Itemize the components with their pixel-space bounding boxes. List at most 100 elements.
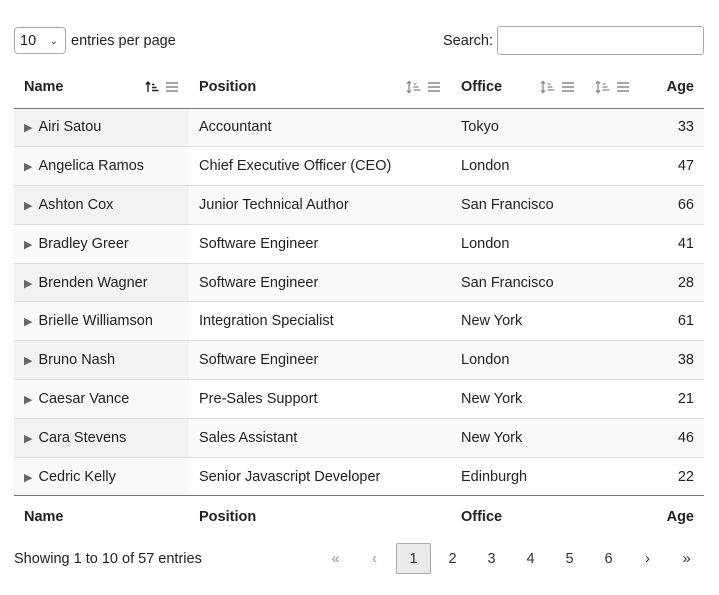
column-header-name[interactable]: Name bbox=[14, 66, 189, 109]
column-header-label: Age bbox=[666, 78, 694, 95]
cell-blank bbox=[585, 146, 640, 187]
expand-caret-icon[interactable]: ▶ bbox=[24, 315, 32, 328]
cell-position: Junior Technical Author bbox=[189, 185, 451, 225]
cell-name[interactable]: ▶ Airi Satou bbox=[14, 108, 189, 148]
cell-office: San Francisco bbox=[451, 185, 585, 225]
cell-name[interactable]: ▶ Cara Stevens bbox=[14, 418, 189, 458]
name-text: Brenden Wagner bbox=[38, 274, 148, 291]
name-text: Caesar Vance bbox=[38, 390, 130, 407]
table-row[interactable]: ▶ Bradley Greer Software Engineer London … bbox=[14, 224, 704, 264]
expand-caret-icon[interactable]: ▶ bbox=[24, 199, 32, 212]
name-text: Airi Satou bbox=[38, 119, 102, 136]
last-page-button[interactable]: » bbox=[669, 543, 704, 574]
expand-caret-icon[interactable]: ▶ bbox=[24, 160, 32, 173]
cell-age: 21 bbox=[640, 379, 704, 419]
page-button-6[interactable]: 6 bbox=[591, 543, 626, 574]
cell-age: 33 bbox=[640, 108, 704, 148]
cell-age: 28 bbox=[640, 263, 704, 303]
column-menu-icon[interactable] bbox=[561, 81, 575, 93]
footer-label-blank bbox=[585, 495, 640, 537]
page-button-3[interactable]: 3 bbox=[474, 543, 509, 574]
column-menu-icon[interactable] bbox=[427, 81, 441, 93]
column-header-label: Office bbox=[461, 78, 503, 95]
page-button-1[interactable]: 1 bbox=[396, 543, 431, 574]
cell-name[interactable]: ▶ Brielle Williamson bbox=[14, 301, 189, 342]
name-text: Ashton Cox bbox=[38, 196, 114, 213]
cell-office: New York bbox=[451, 418, 585, 458]
table-row[interactable]: ▶ Bruno Nash Software Engineer London 38 bbox=[14, 340, 704, 381]
cell-position: Senior Javascript Developer bbox=[199, 468, 381, 485]
footer-label-office: Office bbox=[451, 495, 585, 537]
cell-position: Pre-Sales Support bbox=[189, 379, 451, 419]
cell-office: New York bbox=[451, 379, 585, 419]
page-button-5[interactable]: 5 bbox=[552, 543, 587, 574]
cell-age: 61 bbox=[640, 301, 704, 342]
expand-caret-icon[interactable]: ▶ bbox=[24, 354, 32, 367]
cell-age: 47 bbox=[640, 146, 704, 187]
page-button-4[interactable]: 4 bbox=[513, 543, 548, 574]
cell-name[interactable]: ▶ Ashton Cox bbox=[14, 185, 189, 225]
cell-age: 38 bbox=[640, 340, 704, 381]
column-menu-icon[interactable] bbox=[616, 81, 630, 93]
name-text: Brielle Williamson bbox=[38, 313, 153, 330]
cell-blank bbox=[585, 185, 640, 225]
table-row[interactable]: ▶ Brielle Williamson Integration Speciali… bbox=[14, 301, 704, 342]
cell-name[interactable]: ▶ Cedric Kelly bbox=[14, 457, 189, 496]
entries-per-page-value: 10 bbox=[20, 32, 37, 49]
sort-neutral-icon[interactable] bbox=[595, 80, 610, 94]
column-header-blank[interactable] bbox=[585, 66, 640, 109]
expand-caret-icon[interactable]: ▶ bbox=[24, 238, 32, 251]
cell-name[interactable]: ▶ Angelica Ramos bbox=[14, 146, 189, 187]
cell-office: London bbox=[451, 340, 585, 381]
cell-name[interactable]: ▶ Brenden Wagner bbox=[14, 263, 189, 303]
sort-neutral-icon[interactable] bbox=[406, 80, 421, 94]
entries-length-control: 10 ⌄ entries per page bbox=[14, 27, 176, 54]
table-row[interactable]: ▶ Ashton Cox Junior Technical Author San … bbox=[14, 185, 704, 225]
cell-name[interactable]: ▶ Bradley Greer bbox=[14, 224, 189, 264]
column-header-office[interactable]: Office bbox=[451, 66, 585, 109]
table-row[interactable]: ▶ Cara Stevens Sales Assistant New York 4… bbox=[14, 418, 704, 458]
cell-blank bbox=[585, 263, 640, 303]
cell-name[interactable]: ▶ Caesar Vance bbox=[14, 379, 189, 419]
expand-caret-icon[interactable]: ▶ bbox=[24, 393, 32, 406]
first-page-button[interactable]: « bbox=[318, 543, 353, 574]
column-header-age[interactable]: Age bbox=[640, 66, 704, 109]
column-menu-icon[interactable] bbox=[165, 81, 179, 93]
table-row[interactable]: ▶ Airi Satou Accountant Tokyo 33 bbox=[14, 108, 704, 148]
expand-caret-icon[interactable]: ▶ bbox=[24, 121, 32, 134]
next-page-button[interactable]: › bbox=[630, 543, 665, 574]
search-label: Search: bbox=[443, 32, 493, 49]
cell-age: 41 bbox=[640, 224, 704, 264]
cell-blank bbox=[585, 224, 640, 264]
cell-name[interactable]: ▶ Bruno Nash bbox=[14, 340, 189, 381]
table-row[interactable]: ▶ Brenden Wagner Software Engineer San Fr… bbox=[14, 263, 704, 303]
footer-label-name: Name bbox=[14, 495, 189, 537]
cell-position: Chief Executive Officer (CEO) bbox=[189, 146, 451, 187]
cell-position: Integration Specialist bbox=[189, 301, 451, 342]
page-button-2[interactable]: 2 bbox=[435, 543, 470, 574]
table-row[interactable]: ▶ Cedric Kelly Senior Javascript Develope… bbox=[14, 457, 704, 496]
table-row[interactable]: ▶ Angelica Ramos Chief Executive Officer … bbox=[14, 146, 704, 187]
cell-office: London bbox=[451, 224, 585, 264]
footer-label-age: Age bbox=[640, 495, 704, 537]
cell-position: Software Engineer bbox=[189, 224, 451, 264]
cell-age: 66 bbox=[640, 185, 704, 225]
column-header-position[interactable]: Position bbox=[189, 66, 451, 109]
entries-per-page-select[interactable]: 10 ⌄ bbox=[14, 27, 66, 54]
pagination: « ‹ 1 2 3 4 5 6 › » bbox=[314, 543, 704, 574]
cell-office: San Francisco bbox=[451, 263, 585, 303]
entries-per-page-label: entries per page bbox=[71, 32, 176, 49]
expand-caret-icon[interactable]: ▶ bbox=[24, 277, 32, 290]
search-input[interactable] bbox=[497, 26, 704, 55]
sort-ascending-icon[interactable] bbox=[145, 80, 159, 94]
sort-neutral-icon[interactable] bbox=[540, 80, 555, 94]
employees-table: Name Position Office Age ▶ Airi Satou Ac… bbox=[14, 66, 704, 537]
cell-age: 46 bbox=[640, 418, 704, 458]
cell-position: Software Engineer bbox=[189, 340, 451, 381]
previous-page-button[interactable]: ‹ bbox=[357, 543, 392, 574]
expand-caret-icon[interactable]: ▶ bbox=[24, 432, 32, 445]
cell-age: 22 bbox=[677, 468, 694, 485]
expand-caret-icon[interactable]: ▶ bbox=[24, 471, 32, 484]
name-text: Bruno Nash bbox=[38, 352, 116, 369]
table-row[interactable]: ▶ Caesar Vance Pre-Sales Support New York… bbox=[14, 379, 704, 419]
